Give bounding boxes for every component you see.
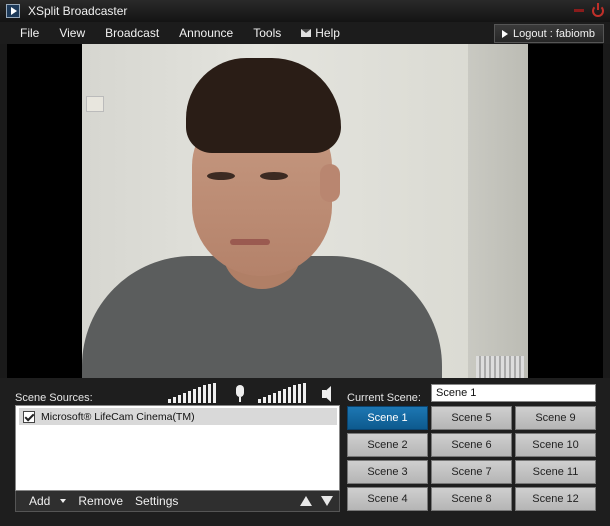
radiator — [476, 356, 524, 378]
move-up-icon[interactable] — [300, 496, 312, 506]
scene-7-button[interactable]: Scene 7 — [431, 460, 512, 484]
hair — [186, 58, 341, 153]
logout-arrow-icon — [502, 30, 509, 38]
scene-5-button[interactable]: Scene 5 — [431, 406, 512, 430]
scene-3-button[interactable]: Scene 3 — [347, 460, 428, 484]
title-bar: XSplit Broadcaster — [0, 0, 610, 22]
mail-icon — [301, 29, 312, 37]
move-down-icon[interactable] — [321, 496, 333, 506]
app-icon — [6, 4, 20, 18]
left-eye — [207, 172, 235, 180]
menu-broadcast[interactable]: Broadcast — [95, 22, 169, 44]
window-title: XSplit Broadcaster — [28, 4, 128, 18]
logout-label: Logout : fabiomb — [513, 27, 595, 40]
scene-11-button[interactable]: Scene 11 — [515, 460, 596, 484]
scene-2-button[interactable]: Scene 2 — [347, 433, 428, 457]
scene-8-button[interactable]: Scene 8 — [431, 487, 512, 511]
list-item[interactable]: Microsoft® LifeCam Cinema(TM) — [19, 408, 337, 425]
speaker-volume-meter[interactable] — [258, 383, 306, 403]
scene-12-button[interactable]: Scene 12 — [515, 487, 596, 511]
sources-toolbar: Add Remove Settings — [15, 491, 340, 512]
source-settings-button[interactable]: Settings — [129, 494, 184, 508]
add-source-button[interactable]: Add — [23, 494, 56, 508]
microphone-icon[interactable] — [236, 385, 244, 402]
menu-help-label: Help — [315, 26, 340, 40]
dropdown-caret-icon[interactable] — [60, 499, 67, 503]
current-scene-label: Current Scene: — [347, 392, 421, 404]
checkbox-icon[interactable] — [23, 410, 35, 423]
menu-file[interactable]: File — [0, 22, 49, 44]
logout-button[interactable]: Logout : fabiomb — [494, 24, 604, 43]
camera-feed — [82, 44, 528, 378]
source-name: Microsoft® LifeCam Cinema(TM) — [41, 410, 195, 423]
remove-source-button[interactable]: Remove — [72, 494, 129, 508]
wall-switch — [86, 96, 104, 112]
scene-4-button[interactable]: Scene 4 — [347, 487, 428, 511]
menu-view[interactable]: View — [49, 22, 95, 44]
scene-sources-label: Scene Sources: — [15, 392, 93, 404]
power-icon[interactable] — [589, 2, 607, 18]
menu-help[interactable]: Help — [291, 22, 350, 44]
scene-6-button[interactable]: Scene 6 — [431, 433, 512, 457]
scene-button-grid: Scene 1 Scene 5 Scene 9 Scene 2 Scene 6 … — [347, 406, 597, 511]
scene-sources-list[interactable]: Microsoft® LifeCam Cinema(TM) — [15, 405, 340, 491]
video-preview — [7, 44, 603, 378]
scene-1-button[interactable]: Scene 1 — [347, 406, 428, 430]
wall-corner — [468, 44, 528, 378]
bottom-panel: Scene Sources: Microsoft® LifeCam Cinema… — [0, 378, 610, 526]
menu-announce[interactable]: Announce — [169, 22, 243, 44]
minimize-icon[interactable] — [570, 3, 588, 18]
current-scene-input[interactable] — [431, 384, 596, 402]
scene-9-button[interactable]: Scene 9 — [515, 406, 596, 430]
right-eye — [260, 172, 288, 180]
mouth — [230, 239, 270, 245]
mic-volume-meter[interactable] — [168, 383, 216, 403]
menu-tools[interactable]: Tools — [243, 22, 291, 44]
speaker-icon[interactable] — [322, 386, 331, 402]
ear — [320, 164, 340, 202]
menu-bar: File View Broadcast Announce Tools Help … — [0, 22, 610, 44]
scene-10-button[interactable]: Scene 10 — [515, 433, 596, 457]
